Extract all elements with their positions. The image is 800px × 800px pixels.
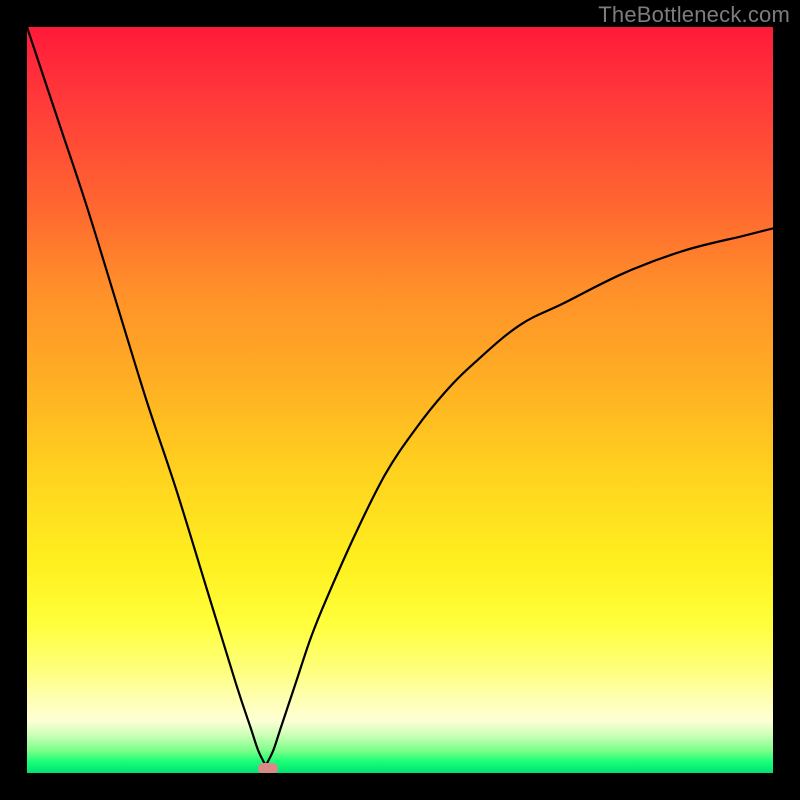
curve-left-segment — [27, 27, 266, 766]
curve-right-segment — [266, 228, 773, 765]
plot-area — [27, 27, 773, 773]
chart-container: TheBottleneck.com — [0, 0, 800, 800]
bottleneck-curve — [27, 27, 773, 773]
watermark-text: TheBottleneck.com — [598, 2, 790, 28]
optimal-point-marker — [258, 763, 278, 773]
